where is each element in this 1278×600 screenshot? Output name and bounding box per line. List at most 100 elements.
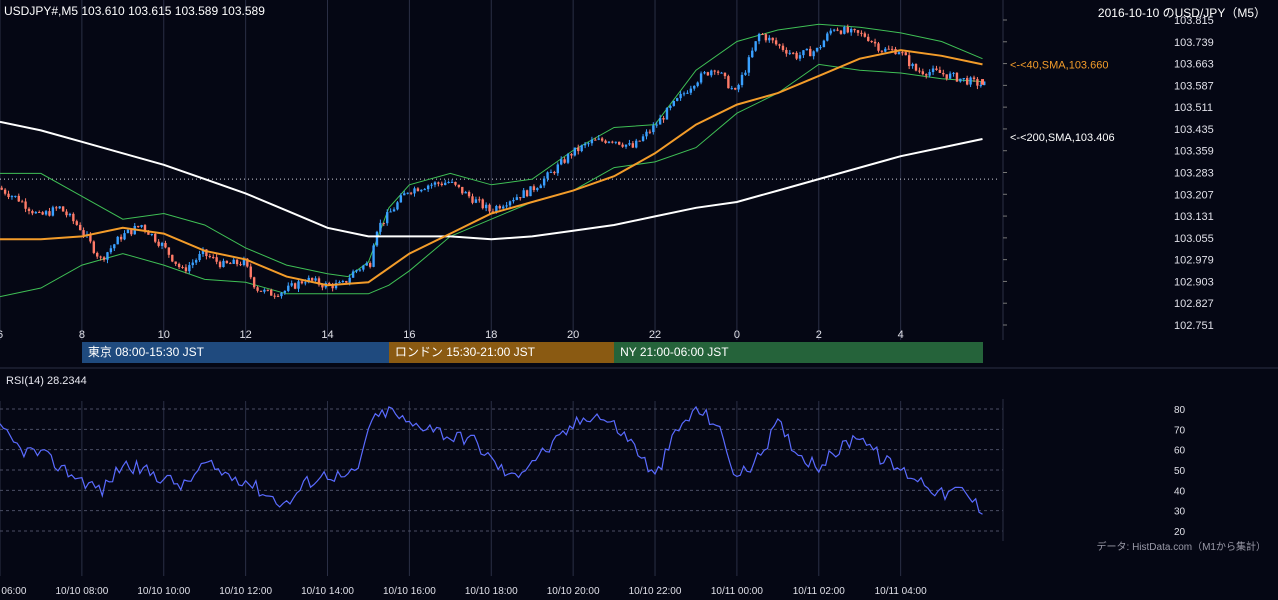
- candle-body: [720, 72, 723, 74]
- candle-body: [263, 289, 266, 292]
- candle-body: [965, 78, 969, 85]
- candle-body: [662, 118, 665, 120]
- candle-body: [532, 186, 536, 191]
- y-tick-label: 102.979: [1174, 255, 1214, 267]
- candle-body: [737, 85, 740, 90]
- candle-body: [546, 172, 549, 179]
- candle-body: [730, 88, 733, 90]
- rsi-y-tick-label: 30: [1174, 507, 1186, 518]
- candle-body: [839, 30, 843, 34]
- rsi-y-tick-label: 70: [1174, 425, 1186, 436]
- candle-body: [171, 254, 174, 262]
- candle-body: [338, 282, 341, 284]
- candle-body: [877, 43, 880, 51]
- candle-body: [931, 68, 935, 73]
- candle-body: [733, 88, 737, 90]
- candle-body: [75, 221, 78, 225]
- candle-body: [215, 257, 218, 262]
- candle-body: [252, 277, 256, 288]
- rsi-x-tick-label: 10/10 06:00: [0, 586, 27, 597]
- x-tick-label: 8: [79, 329, 85, 341]
- candle-body: [843, 27, 846, 34]
- candle-body: [409, 192, 413, 194]
- candle-body: [102, 257, 106, 260]
- candle-body: [645, 131, 648, 137]
- chart-canvas: 6810121416182022024103.815103.739103.663…: [0, 0, 1278, 597]
- candle-body: [655, 124, 658, 126]
- candle-body: [478, 199, 481, 201]
- candle-body: [703, 72, 706, 74]
- candle-body: [566, 154, 570, 163]
- candle-body: [58, 206, 61, 209]
- candle-body: [126, 229, 130, 234]
- candle-body: [959, 78, 962, 82]
- candle-body: [826, 33, 829, 41]
- candle-body: [232, 259, 235, 264]
- candle-body: [693, 85, 696, 89]
- candle-body: [648, 131, 652, 133]
- y-tick-label: 103.511: [1174, 102, 1213, 114]
- candle-body: [849, 28, 853, 33]
- candle-body: [925, 74, 928, 76]
- candle-body: [184, 267, 188, 272]
- candle-body: [617, 141, 621, 145]
- candle-body: [341, 281, 345, 283]
- candle-body: [955, 72, 959, 82]
- candle-body: [607, 141, 611, 143]
- candle-body: [287, 285, 290, 291]
- candle-body: [942, 72, 945, 75]
- y-tick-label: 103.663: [1174, 59, 1214, 71]
- candle-body: [928, 72, 931, 76]
- candle-body: [863, 33, 867, 37]
- candle-body: [911, 64, 914, 67]
- candle-body: [853, 28, 856, 31]
- candle-body: [389, 211, 392, 213]
- candle-body: [123, 233, 126, 240]
- candle-body: [198, 254, 201, 261]
- candle-body: [379, 222, 382, 232]
- candle-body: [24, 201, 27, 209]
- candle-body: [471, 196, 474, 203]
- candle-body: [92, 241, 96, 253]
- x-tick-label: 0: [734, 329, 740, 341]
- candle-body: [594, 139, 597, 141]
- candle-body: [290, 283, 293, 286]
- candle-body: [689, 88, 693, 93]
- candle-body: [420, 189, 423, 192]
- rsi-x-tick-label: 10/10 16:00: [383, 586, 436, 597]
- candle-body: [880, 50, 884, 52]
- candle-body: [658, 118, 662, 125]
- candle-body: [283, 290, 287, 293]
- rsi-y-tick-label: 20: [1174, 527, 1186, 538]
- candle-body: [345, 281, 348, 283]
- candle-body: [382, 222, 386, 224]
- candle-body: [61, 206, 65, 212]
- candle-body: [802, 50, 805, 56]
- candle-body: [3, 189, 7, 194]
- rsi-x-tick-label: 10/11 02:00: [793, 586, 846, 597]
- candle-body: [822, 40, 826, 48]
- candle-body: [191, 262, 194, 266]
- candle-body: [276, 295, 280, 297]
- candle-body: [72, 213, 75, 222]
- candle-body: [188, 265, 191, 272]
- candle-body: [457, 184, 461, 187]
- candle-body: [20, 201, 24, 203]
- candle-body: [778, 44, 781, 46]
- y-tick-label: 103.359: [1174, 146, 1214, 158]
- candle-body: [628, 143, 631, 145]
- candle-body: [870, 40, 873, 42]
- sma40-label: <-<40,SMA,103.660: [1010, 59, 1108, 71]
- candle-body: [399, 195, 403, 203]
- candle-body: [972, 77, 976, 80]
- candle-body: [212, 256, 215, 258]
- candle-body: [512, 199, 515, 202]
- candle-body: [229, 263, 232, 265]
- candle-body: [157, 241, 160, 246]
- x-tick-label: 18: [485, 329, 497, 341]
- candle-body: [150, 233, 154, 235]
- candle-body: [860, 32, 863, 34]
- x-tick-label: 4: [898, 329, 904, 341]
- y-tick-label: 103.283: [1174, 168, 1214, 180]
- candle-body: [907, 55, 911, 67]
